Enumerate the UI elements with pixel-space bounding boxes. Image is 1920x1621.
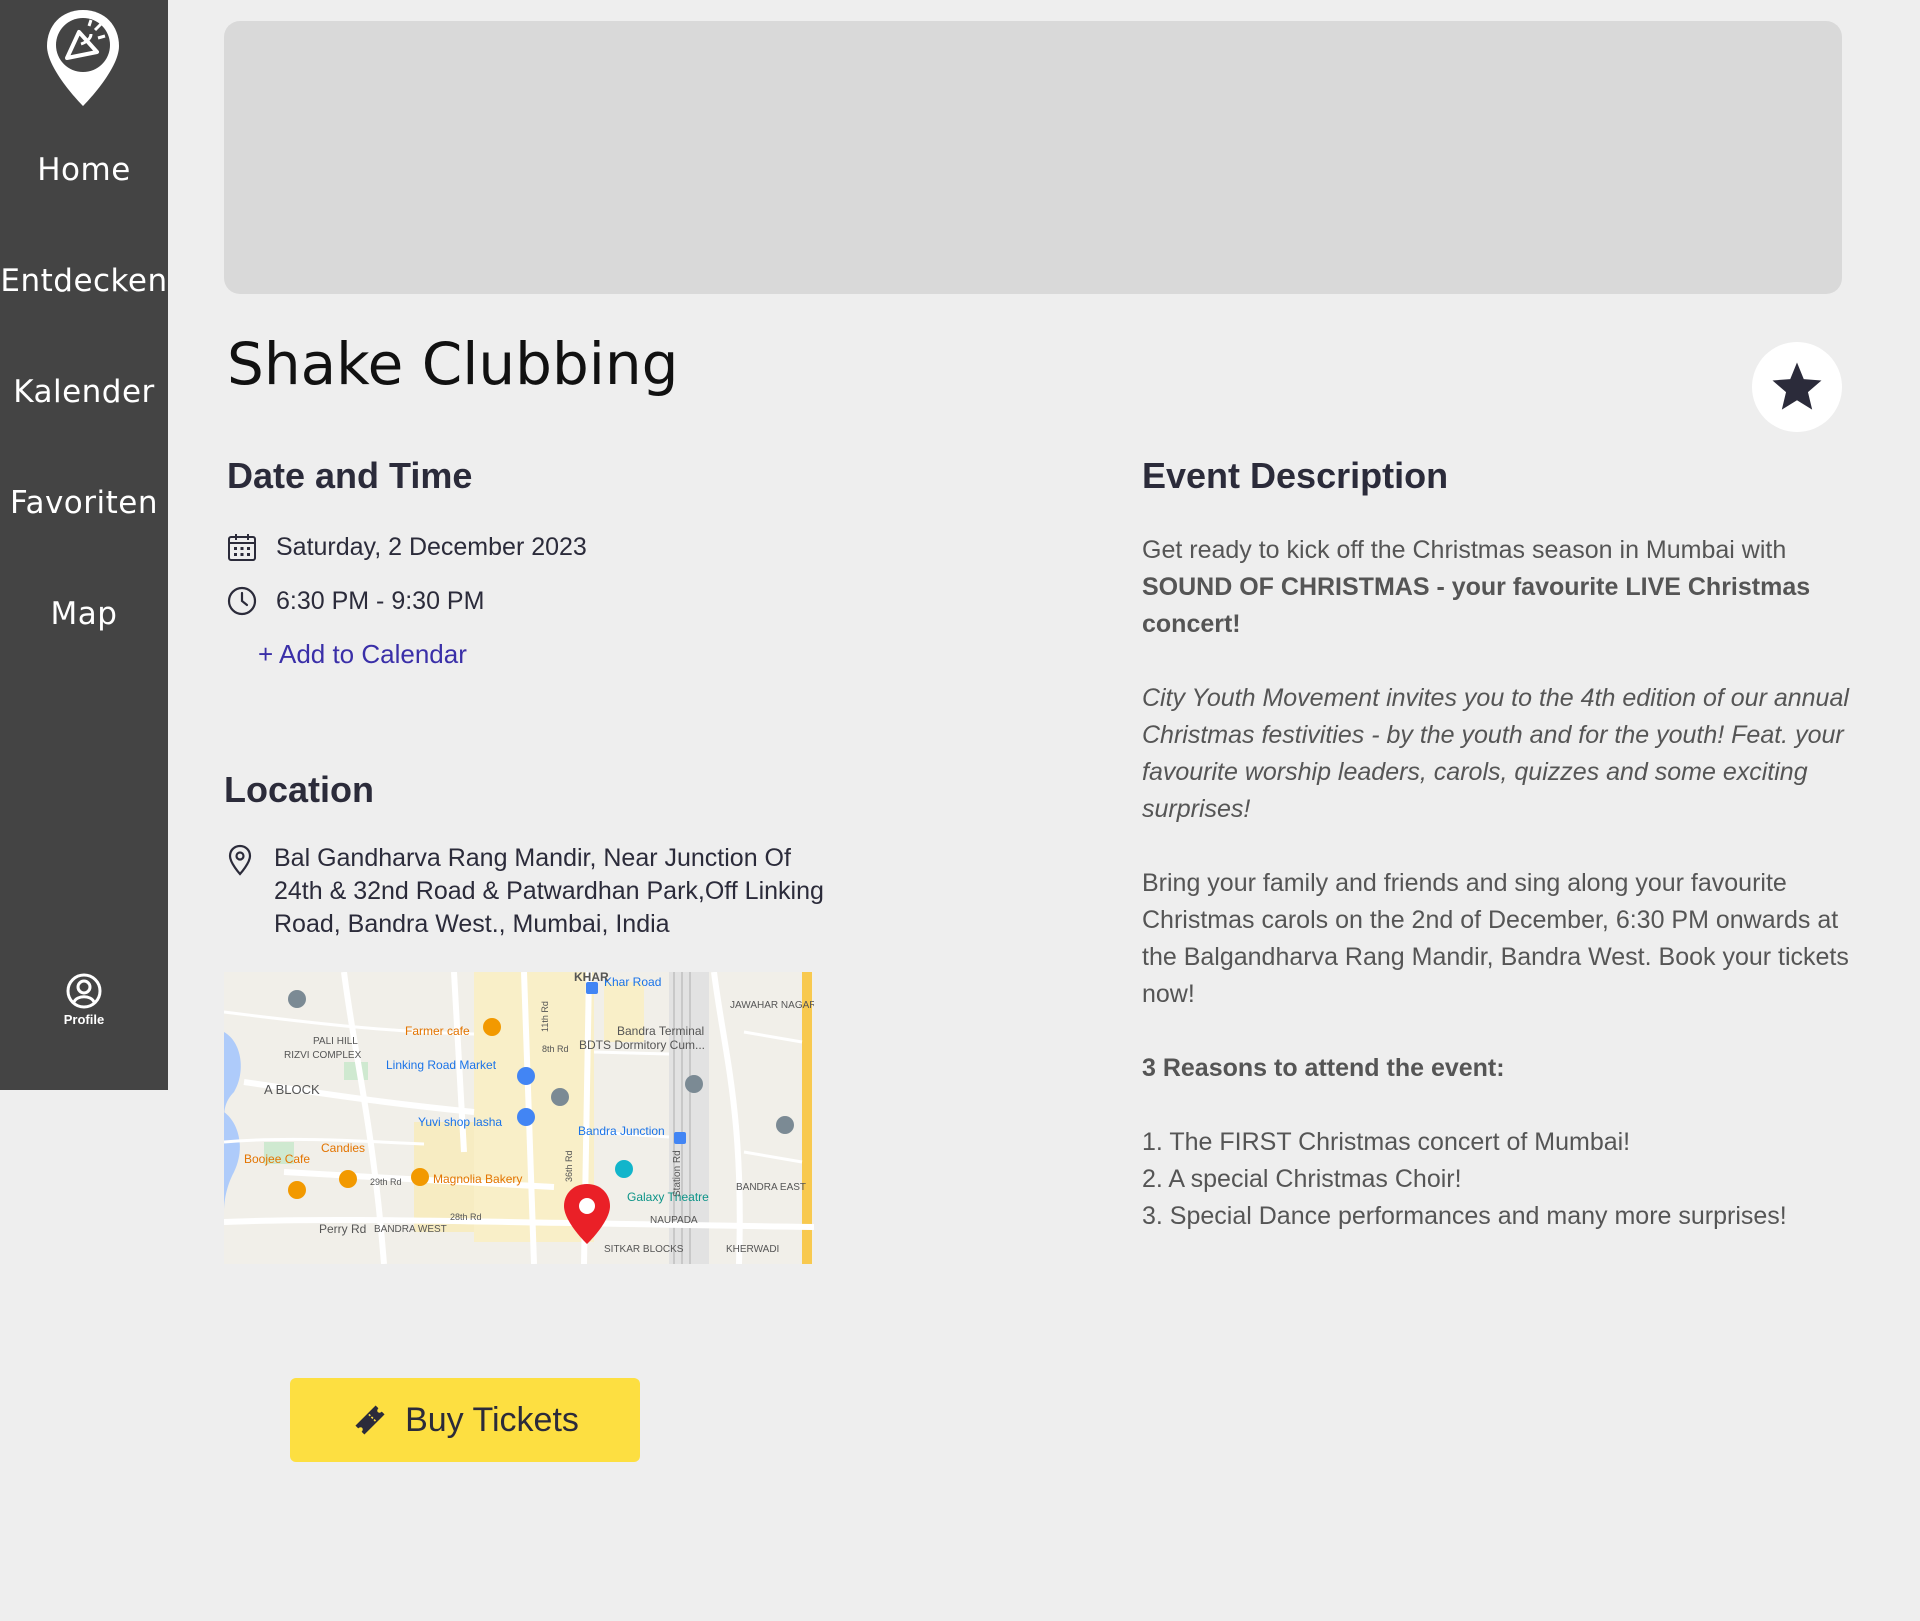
description-intro: Get ready to kick off the Christmas seas… [1142,532,1852,643]
buy-tickets-button[interactable]: Buy Tickets [290,1378,640,1462]
description-intro-text: Get ready to kick off the Christmas seas… [1142,536,1787,564]
list-item: 3. Special Dance performances and many m… [1142,1202,1787,1230]
event-address: Bal Gandharva Rang Mandir, Near Junction… [226,842,834,941]
map-label: KHAR [574,972,609,984]
event-description: Get ready to kick off the Christmas seas… [1142,532,1852,1235]
buy-tickets-label: Buy Tickets [405,1400,579,1439]
map-label: Farmer cafe [405,1024,470,1038]
map-label: Yuvi shop lasha [418,1115,503,1129]
map-label: 28th Rd [450,1212,482,1222]
event-date: Saturday, 2 December 2023 [226,531,587,563]
nav-entdecken[interactable]: Entdecken [0,263,168,299]
nav-home[interactable]: Home [0,152,168,188]
map-label: Khar Road [604,975,662,989]
map-label: Magnolia Bakery [433,1172,523,1186]
map-label: Perry Rd [319,1222,367,1236]
event-title: Shake Clubbing [227,330,679,398]
event-time-text: 6:30 PM - 9:30 PM [276,586,485,615]
date-time-heading: Date and Time [227,455,473,496]
map-label: Bandra Junction [578,1124,665,1138]
profile-label: Profile [63,1012,105,1027]
list-item: 1. The FIRST Christmas concert of Mumbai… [1142,1128,1631,1156]
map-label: 11th Rd [540,1001,550,1032]
profile-icon [66,973,102,1009]
add-to-calendar-link[interactable]: + Add to Calendar [258,639,467,670]
map-label: KHERWADI [726,1244,780,1255]
description-intro-bold: SOUND OF CHRISTMAS - your favourite LIVE… [1142,573,1811,638]
map-label: Galaxy Theatre [627,1190,709,1204]
map-label: Boojee Cafe [244,1152,311,1166]
map-label: RIZVI COMPLEX [284,1050,362,1061]
location-pin-icon [228,844,252,876]
star-icon [1772,362,1822,410]
event-time: 6:30 PM - 9:30 PM [226,585,484,617]
map-label: Linking Road Market [386,1058,497,1072]
clock-icon [227,586,257,616]
favorite-button[interactable] [1752,342,1842,432]
event-banner-image [224,21,1842,294]
ticket-icon [355,1405,385,1435]
map-label: SITKAR BLOCKS [604,1244,684,1255]
map-label: NAUPADA [650,1215,698,1226]
sidebar: Home Entdecken Kalender Favoriten Map Pr… [0,0,168,1090]
address-text: Bal Gandharva Rang Mandir, Near Junction… [274,844,824,938]
reasons-heading: 3 Reasons to attend the event: [1142,1054,1505,1082]
map-label: JAWAHAR NAGAR [730,1000,814,1011]
map-background [224,972,814,1264]
map-label: A BLOCK [264,1082,320,1097]
map-label: 29th Rd [370,1177,402,1187]
map-label: Bandra Terminal [617,1024,705,1038]
nav-kalender[interactable]: Kalender [0,374,168,410]
description-italic-paragraph: City Youth Movement invites you to the 4… [1142,684,1849,823]
calendar-icon [228,534,256,561]
map-label: 8th Rd [542,1044,569,1054]
location-map[interactable]: Khar Road KHAR JAWAHAR NAGAR Farmer cafe… [224,972,814,1264]
map-label: 36th Rd [564,1150,574,1182]
location-heading: Location [224,769,374,810]
app-logo-icon[interactable] [43,8,123,108]
map-label: Candies [321,1141,366,1155]
event-description-heading: Event Description [1142,455,1449,496]
map-label: BDTS Dormitory Cum... [579,1038,706,1052]
reasons-list: 1. The FIRST Christmas concert of Mumbai… [1142,1124,1852,1235]
profile-button[interactable]: Profile [0,972,168,1027]
nav-favoriten[interactable]: Favoriten [0,485,168,521]
map-label: BANDRA EAST [736,1182,807,1193]
event-date-text: Saturday, 2 December 2023 [276,532,587,561]
map-label: Station Rd [672,1150,683,1197]
map-label: PALI HILL [313,1036,358,1047]
description-paragraph: Bring your family and friends and sing a… [1142,869,1849,1008]
list-item: 2. A special Christmas Choir! [1142,1165,1462,1193]
nav-map[interactable]: Map [0,596,168,632]
map-label: BANDRA WEST [374,1224,447,1235]
